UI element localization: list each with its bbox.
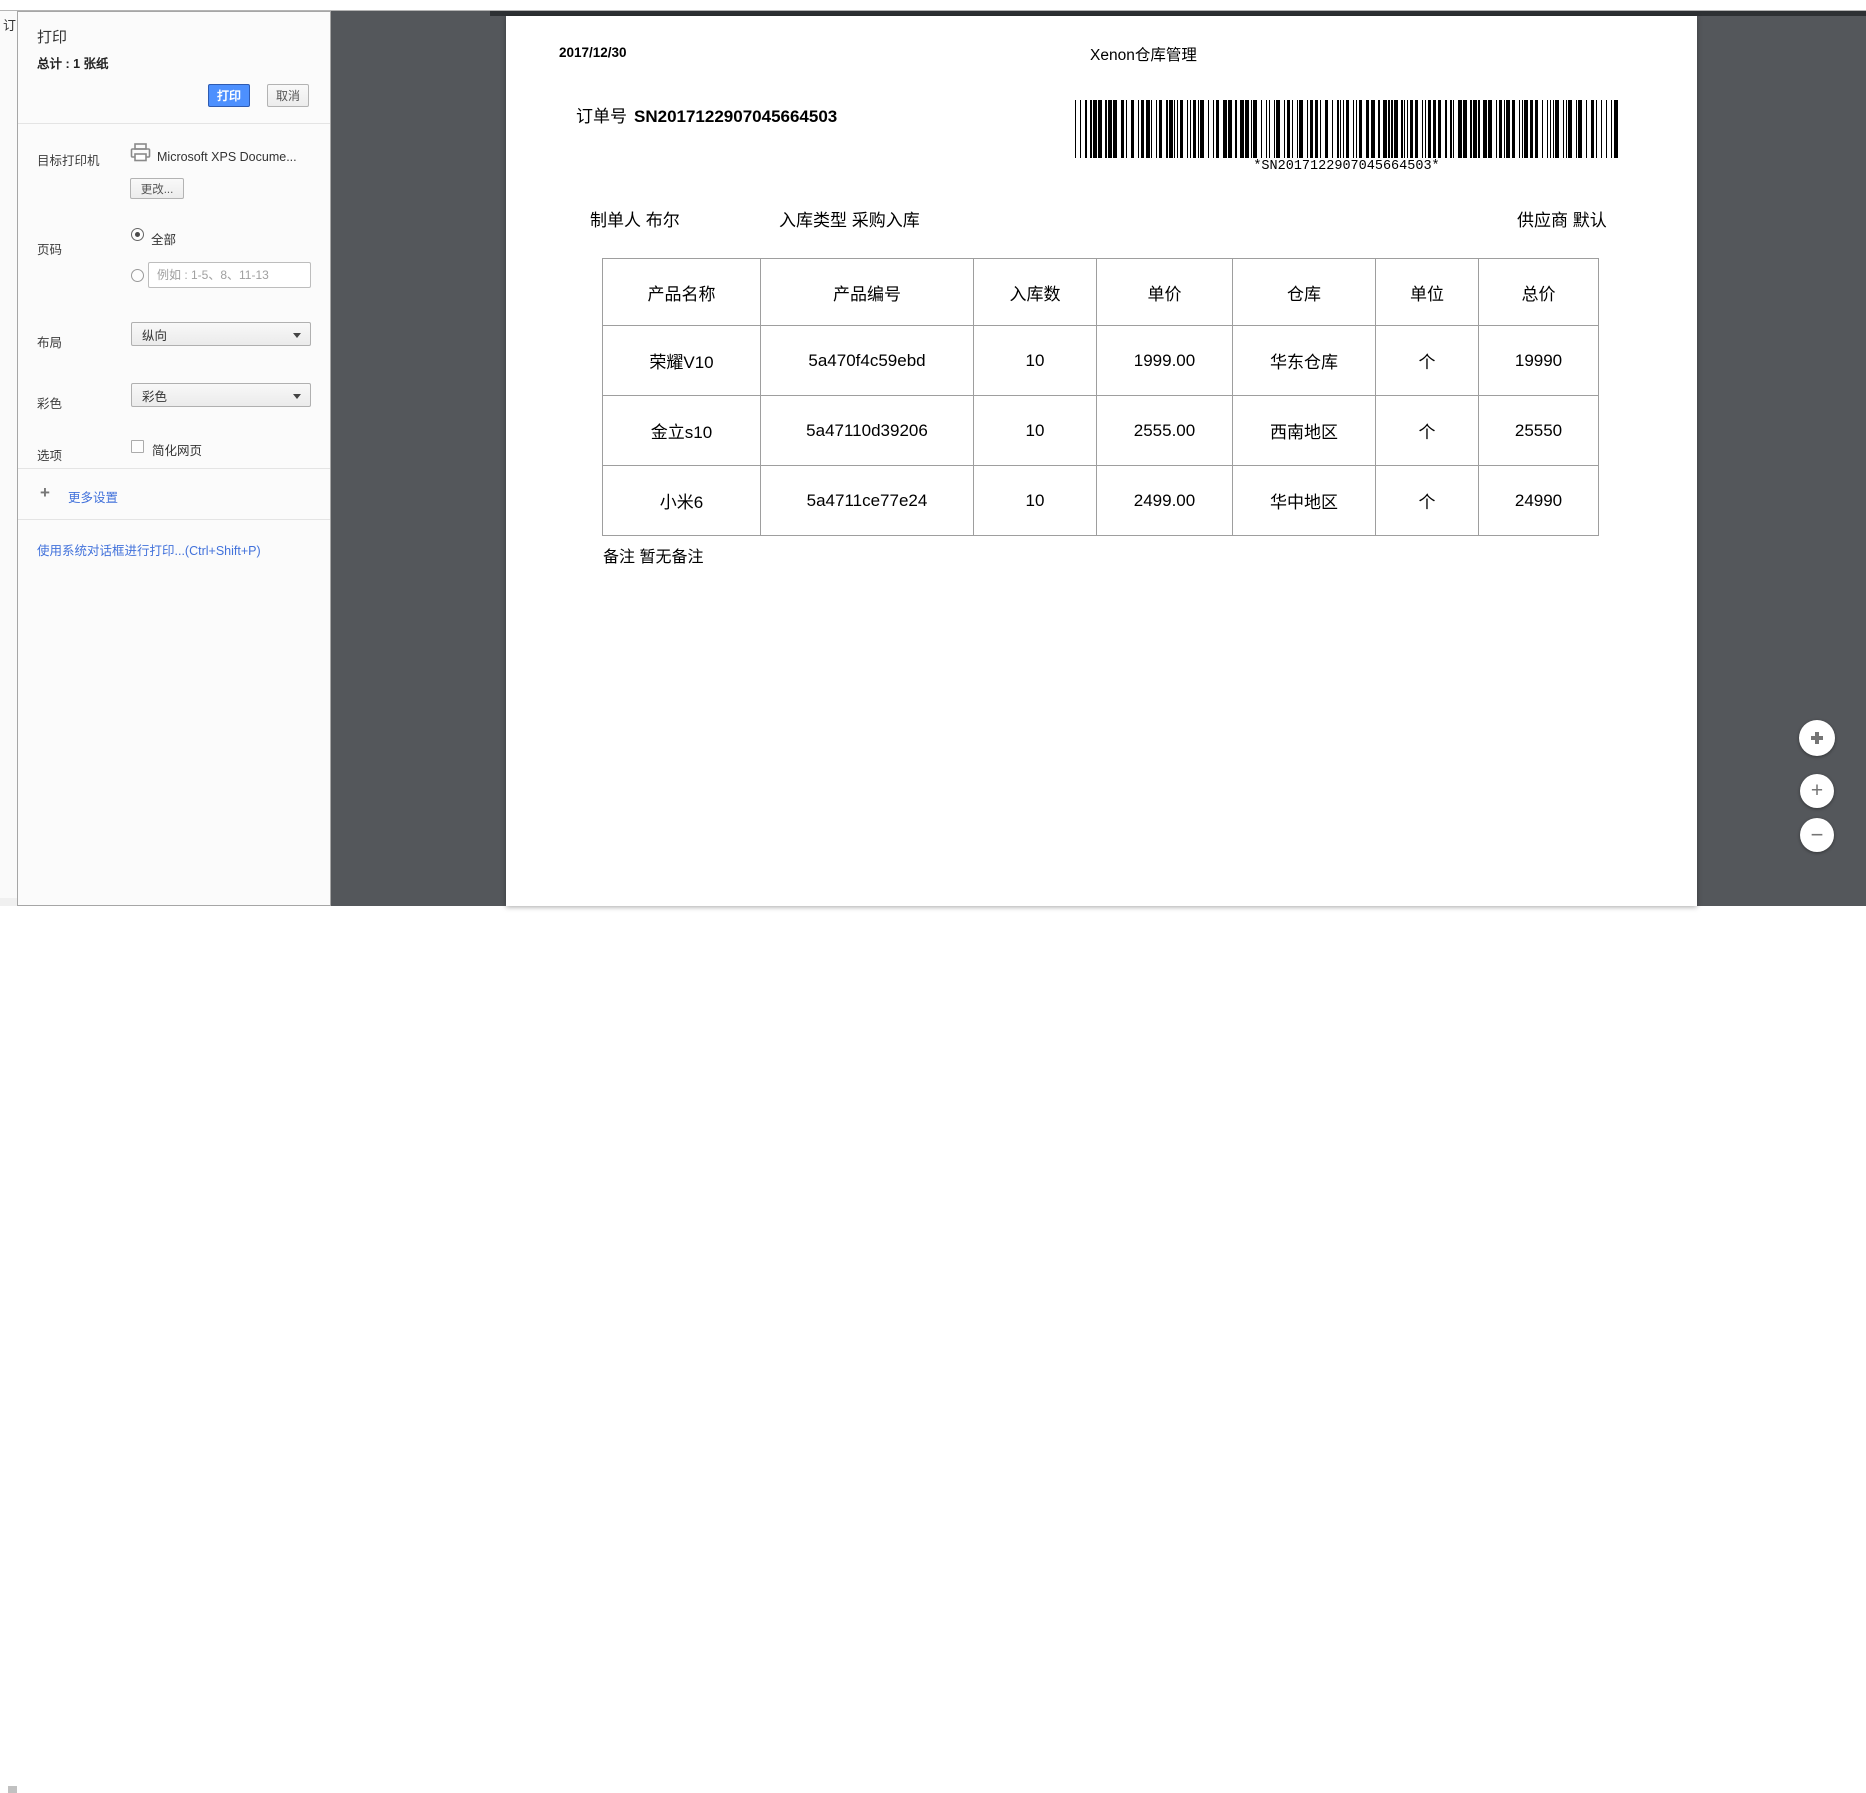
destination-label: 目标打印机 [37,150,100,169]
creator-label: 制单人 [590,211,641,230]
background-page-clipped-title: 订 [3,15,17,34]
table-cell: 小米6 [603,466,761,536]
printer-icon [130,143,151,167]
color-select[interactable]: 彩色 [131,383,311,407]
table-cell: 荣耀V10 [603,326,761,396]
table-header-cell: 产品编号 [761,259,974,326]
table-header-cell: 总价 [1479,259,1599,326]
products-table: 产品名称产品编号入库数单价仓库单位总价 荣耀V105a470f4c59ebd10… [602,258,1599,536]
table-cell: 5a470f4c59ebd [761,326,974,396]
order-number-label: 订单号 [576,107,627,126]
horizontal-scrollbar-track[interactable] [0,898,17,906]
simplify-page-checkbox[interactable] [131,440,144,453]
layout-select[interactable]: 纵向 [131,322,311,346]
print-dialog: 打印 总计 : 1 张纸 打印 取消 目标打印机 Microsoft XPS D… [17,11,331,906]
background-page-top-strip [0,0,1866,11]
table-cell: 10 [974,466,1097,536]
barcode-text: *SN2017122907045664503* [1075,159,1618,174]
plus-icon: + [40,483,50,503]
document-app-title: Xenon仓库管理 [1090,43,1197,65]
print-dialog-title: 打印 [37,26,67,47]
simplify-page-label: 简化网页 [152,440,202,459]
creator-field: 制单人 布尔 [590,206,680,231]
table-header-cell: 产品名称 [603,259,761,326]
table-cell: 5a47110d39206 [761,396,974,466]
color-label: 彩色 [37,393,62,412]
table-cell: 1999.00 [1097,326,1233,396]
table-header-cell: 单位 [1376,259,1479,326]
change-printer-button[interactable]: 更改... [130,178,184,199]
document-date: 2017/12/30 [559,45,627,60]
color-selected-value: 彩色 [142,386,167,405]
separator [18,123,330,124]
pages-range-input[interactable] [148,262,311,288]
table-header-cell: 入库数 [974,259,1097,326]
pages-all-label: 全部 [151,229,176,248]
remark-value: 暂无备注 [639,549,703,566]
selected-printer-name: Microsoft XPS Docume... [157,150,297,164]
pages-label: 页码 [37,239,62,258]
inbound-type-value: 采购入库 [852,211,920,230]
supplier-value: 默认 [1573,211,1607,230]
table-header-cell: 仓库 [1233,259,1376,326]
total-sheets-label: 总计 : 1 张纸 [37,53,109,72]
inbound-type-label: 入库类型 [779,211,847,230]
zoom-out-button[interactable]: − [1800,818,1834,852]
table-cell: 个 [1376,326,1479,396]
table-cell: 24990 [1479,466,1599,536]
table-cell: 10 [974,326,1097,396]
barcode-image [1075,100,1618,158]
table-cell: 金立s10 [603,396,761,466]
table-header-row: 产品名称产品编号入库数单价仓库单位总价 [603,259,1599,326]
table-head: 产品名称产品编号入库数单价仓库单位总价 [603,259,1599,326]
plus-icon: + [1811,779,1823,803]
system-print-dialog-link[interactable]: 使用系统对话框进行打印...(Ctrl+Shift+P) [37,540,261,559]
background-page-left-strip: 订 [0,11,17,906]
zoom-in-button[interactable]: + [1800,774,1834,808]
table-row: 荣耀V105a470f4c59ebd101999.00华东仓库个19990 [603,326,1599,396]
cancel-button[interactable]: 取消 [267,84,309,107]
fit-to-page-button[interactable] [1799,720,1835,756]
pages-range-radio[interactable] [131,269,144,282]
options-label: 选项 [37,445,62,464]
table-row: 金立s105a47110d39206102555.00西南地区个25550 [603,396,1599,466]
separator [18,468,330,469]
minus-icon: − [1811,822,1824,848]
preview-page: 2017/12/30 Xenon仓库管理 订单号 SN20171229070456… [506,16,1697,906]
table-body: 荣耀V105a470f4c59ebd101999.00华东仓库个19990金立s… [603,326,1599,536]
layout-label: 布局 [37,332,62,351]
chevron-down-icon [293,333,301,338]
creator-value: 布尔 [646,211,680,230]
pages-all-radio[interactable] [131,228,144,241]
remark-line: 备注 暂无备注 [603,543,703,567]
table-row: 小米65a4711ce77e24102499.00华中地区个24990 [603,466,1599,536]
supplier-field: 供应商 默认 [1517,206,1607,231]
table-cell: 2499.00 [1097,466,1233,536]
remark-label: 备注 [603,549,635,566]
order-number-line: 订单号 SN2017122907045664503 [576,102,837,127]
table-cell: 个 [1376,466,1479,536]
table-header-cell: 单价 [1097,259,1233,326]
table-cell: 个 [1376,396,1479,466]
print-button[interactable]: 打印 [208,84,250,107]
table-cell: 19990 [1479,326,1599,396]
table-cell: 西南地区 [1233,396,1376,466]
order-number-value: SN2017122907045664503 [634,107,837,126]
layout-selected-value: 纵向 [142,325,167,344]
more-settings-link[interactable]: 更多设置 [68,487,118,506]
table-cell: 5a4711ce77e24 [761,466,974,536]
inbound-type-field: 入库类型 采购入库 [779,206,920,231]
horizontal-scrollbar-thumb[interactable] [8,1786,17,1793]
supplier-label: 供应商 [1517,211,1568,230]
table-cell: 华中地区 [1233,466,1376,536]
chevron-down-icon [293,394,301,399]
table-cell: 10 [974,396,1097,466]
table-cell: 2555.00 [1097,396,1233,466]
table-cell: 25550 [1479,396,1599,466]
table-cell: 华东仓库 [1233,326,1376,396]
fit-to-page-icon [1809,730,1825,746]
separator [18,519,330,520]
